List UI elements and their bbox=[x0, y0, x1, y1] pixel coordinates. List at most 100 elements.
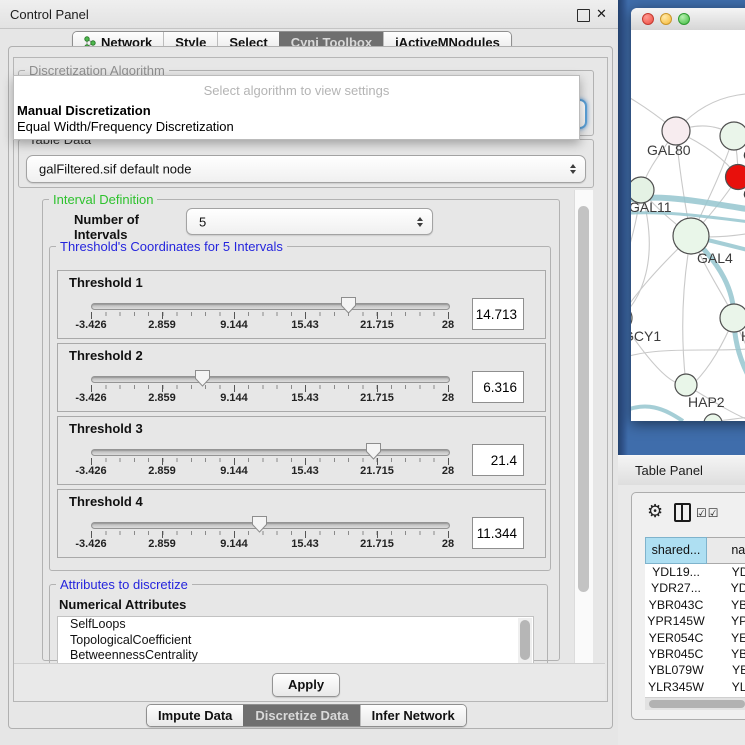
columns-icon[interactable] bbox=[674, 503, 691, 522]
table-row[interactable]: YER054C YER0 bbox=[645, 630, 745, 646]
numerical-attributes-list[interactable]: SelfLoops TopologicalCoefficient Between… bbox=[57, 616, 534, 663]
panel-title: Control Panel bbox=[10, 7, 89, 22]
bottom-tab-bar: Impute Data Discretize Data Infer Networ… bbox=[146, 704, 467, 727]
threshold-2-panel: Threshold 2 -3.426 2.859 9.144 15.43 21.… bbox=[57, 343, 546, 412]
tab-discretize-data[interactable]: Discretize Data bbox=[243, 705, 359, 726]
group-label-attributes: Attributes to discretize bbox=[56, 577, 192, 592]
settings-viewport: Interval Definition Number of Intervals … bbox=[18, 189, 572, 663]
popup-item-equal-width[interactable]: Equal Width/Frequency Discretization bbox=[17, 119, 234, 134]
node-bottom-partial bbox=[704, 414, 722, 421]
table-row[interactable]: YPR145W YPR1 bbox=[645, 613, 745, 629]
checkbox-icons[interactable]: ☑☑ bbox=[696, 506, 720, 520]
node-top-right bbox=[720, 122, 745, 150]
node-label: H bbox=[741, 328, 745, 344]
float-window-icon[interactable] bbox=[577, 9, 590, 22]
threshold-3-slider[interactable] bbox=[91, 449, 450, 456]
tick-marks bbox=[91, 531, 449, 535]
column-header-name[interactable]: name bbox=[707, 537, 745, 564]
table-row[interactable]: YBL079W YBL0 bbox=[645, 662, 745, 678]
node-gal4 bbox=[673, 218, 709, 254]
network-window-titlebar[interactable] bbox=[631, 8, 745, 31]
node-label: GAL80 bbox=[647, 142, 691, 158]
close-traffic-light-icon[interactable] bbox=[642, 13, 654, 25]
node-label: GAL11 bbox=[631, 199, 672, 215]
threshold-1-label: Threshold 1 bbox=[69, 275, 143, 290]
table-panel: ⚙ ☑☑ shared... name YDL19... YDL1 YDR27.… bbox=[618, 485, 745, 745]
group-label-thresholds: Threshold's Coordinates for 5 Intervals bbox=[56, 239, 287, 254]
tab-impute-data[interactable]: Impute Data bbox=[147, 705, 243, 726]
group-thresholds: Threshold's Coordinates for 5 Intervals … bbox=[49, 246, 551, 571]
node-label: GAL4 bbox=[697, 250, 733, 266]
right-region: GAL80 GA C GAL11 GAL4 GCY1 H HAP2 Table … bbox=[618, 0, 745, 745]
threshold-2-slider[interactable] bbox=[91, 376, 450, 383]
table-row[interactable]: YBR045C YBR0 bbox=[645, 646, 745, 662]
threshold-3-panel: Threshold 3 -3.426 2.859 9.144 15.43 21.… bbox=[57, 416, 546, 485]
table-row[interactable]: YDR27... YDR2 bbox=[645, 580, 745, 596]
list-scrollbar[interactable] bbox=[518, 618, 532, 663]
table-header-row: shared... name bbox=[645, 537, 745, 564]
node-label: GCY1 bbox=[631, 328, 661, 344]
group-label-interval-definition: Interval Definition bbox=[49, 192, 157, 207]
table-data-value: galFiltered.sif default node bbox=[39, 162, 191, 177]
tab-infer-network[interactable]: Infer Network bbox=[360, 705, 466, 726]
node-hap2 bbox=[675, 374, 697, 396]
number-of-intervals-label: Number of Intervals bbox=[74, 212, 184, 242]
threshold-4-label: Threshold 4 bbox=[69, 494, 143, 509]
column-header-shared[interactable]: shared... bbox=[645, 537, 707, 564]
popup-item-manual-discretization[interactable]: Manual Discretization bbox=[17, 103, 151, 118]
table-row[interactable]: YBR043C YBR0 bbox=[645, 597, 745, 613]
tick-marks bbox=[91, 458, 449, 462]
threshold-4-panel: Threshold 4 -3.426 2.859 9.144 15.43 21.… bbox=[57, 489, 546, 558]
gear-icon[interactable]: ⚙ bbox=[647, 501, 663, 522]
table-rows: YDL19... YDL1 YDR27... YDR2 YBR043C YBR0… bbox=[645, 564, 745, 697]
desktop-background: GAL80 GA C GAL11 GAL4 GCY1 H HAP2 bbox=[618, 0, 745, 455]
threshold-1-value[interactable]: 14.713 bbox=[472, 298, 524, 330]
settings-scrollbar[interactable] bbox=[574, 190, 593, 663]
node-gal80 bbox=[662, 117, 690, 145]
scrollbar-thumb[interactable] bbox=[578, 206, 589, 592]
apply-bar: Apply bbox=[14, 663, 605, 701]
tick-marks bbox=[91, 312, 449, 316]
control-panel: Control Panel ✕ Network Style Select bbox=[0, 0, 618, 745]
table-data-combobox[interactable]: galFiltered.sif default node bbox=[26, 155, 586, 183]
table-horizontal-scrollbar[interactable] bbox=[645, 697, 745, 710]
close-icon[interactable]: ✕ bbox=[596, 7, 607, 22]
table-panel-title: Table Panel bbox=[635, 463, 703, 478]
node-table-box: ⚙ ☑☑ shared... name YDL19... YDL1 YDR27.… bbox=[631, 492, 745, 720]
threshold-1-slider[interactable] bbox=[91, 303, 450, 310]
tick-marks bbox=[91, 385, 449, 389]
network-graph: GAL80 GA C GAL11 GAL4 GCY1 H HAP2 bbox=[631, 30, 745, 421]
threshold-1-panel: Threshold 1 -3.426 2.859 9.144 15.43 21.… bbox=[57, 270, 546, 339]
group-table-data: Table Data galFiltered.sif default node bbox=[18, 139, 594, 188]
threshold-4-slider[interactable] bbox=[91, 522, 450, 529]
algorithm-hint: Select algorithm to view settings bbox=[14, 83, 579, 98]
threshold-3-value[interactable]: 21.4 bbox=[472, 444, 524, 476]
table-row[interactable]: YDL19... YDL1 bbox=[645, 564, 745, 580]
threshold-2-value[interactable]: 6.316 bbox=[472, 371, 524, 403]
zoom-traffic-light-icon[interactable] bbox=[678, 13, 690, 25]
minimize-traffic-light-icon[interactable] bbox=[660, 13, 672, 25]
numerical-attributes-label: Numerical Attributes bbox=[59, 597, 186, 612]
group-interval-definition: Interval Definition Number of Intervals … bbox=[42, 199, 560, 661]
node-gcy1 bbox=[631, 306, 632, 330]
number-of-intervals-value: 5 bbox=[199, 214, 206, 229]
threshold-2-label: Threshold 2 bbox=[69, 348, 143, 363]
list-item[interactable]: SelfLoops bbox=[58, 617, 533, 633]
table-panel-titlebar: Table Panel bbox=[618, 455, 745, 486]
scrollbar-thumb[interactable] bbox=[649, 700, 745, 708]
node-label: HAP2 bbox=[688, 394, 725, 410]
combo-arrows-icon bbox=[570, 164, 576, 174]
apply-button[interactable]: Apply bbox=[272, 673, 340, 697]
list-item[interactable]: TopologicalCoefficient bbox=[58, 633, 533, 649]
threshold-4-value[interactable]: 11.344 bbox=[472, 517, 524, 549]
number-of-intervals-combobox[interactable]: 5 bbox=[186, 208, 433, 235]
table-row[interactable]: YLR345W YLR3 bbox=[645, 679, 745, 695]
combo-arrows-icon bbox=[417, 217, 423, 227]
group-attributes: Attributes to discretize Numerical Attri… bbox=[49, 584, 548, 663]
algorithm-dropdown-popup: Select algorithm to view settings Manual… bbox=[13, 75, 580, 140]
network-canvas[interactable]: GAL80 GA C GAL11 GAL4 GCY1 H HAP2 bbox=[631, 30, 745, 421]
table-toolbar: ⚙ ☑☑ bbox=[632, 493, 745, 537]
network-view-window[interactable]: GAL80 GA C GAL11 GAL4 GCY1 H HAP2 bbox=[631, 8, 745, 421]
threshold-3-label: Threshold 3 bbox=[69, 421, 143, 436]
list-item[interactable]: BetweennessCentrality bbox=[58, 648, 533, 663]
